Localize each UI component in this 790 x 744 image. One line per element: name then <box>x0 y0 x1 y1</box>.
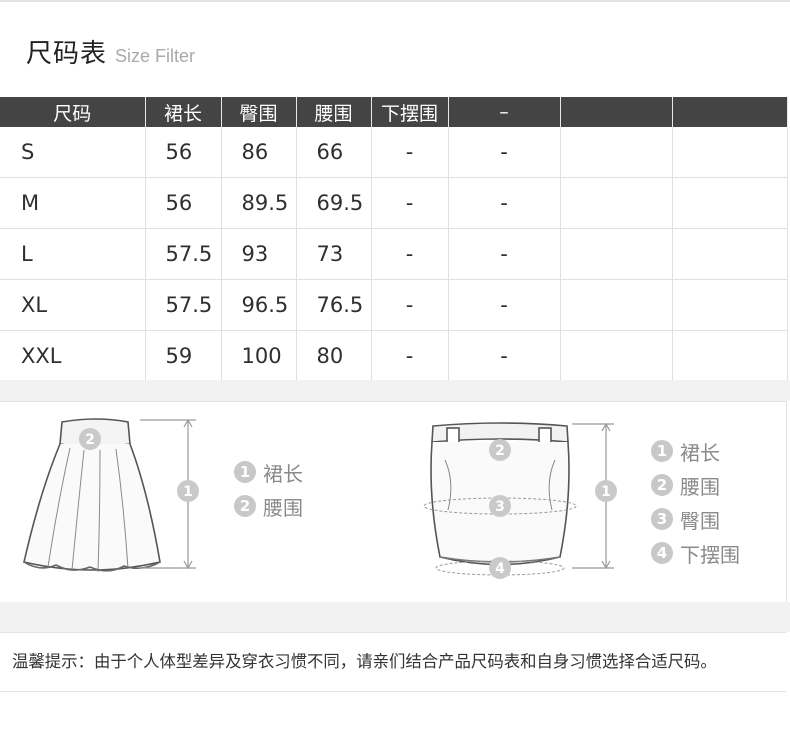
size-chart-table: 尺码 裙长 臀围 腰围 下摆围 – S 56 86 66 - - M 56 89… <box>0 97 788 381</box>
top-divider <box>0 0 790 2</box>
pencil-marker-3: 3 <box>489 495 511 517</box>
legend-item: 2 腰围 <box>651 468 740 502</box>
column-header-waist: 腰围 <box>296 97 372 127</box>
legend-label: 裙长 <box>263 461 303 486</box>
empty-cell <box>560 279 673 331</box>
legend-label: 臀围 <box>680 508 720 533</box>
pencil-marker-2: 2 <box>489 439 511 461</box>
title-english: Size Filter <box>115 46 196 66</box>
length-cell: 57.5 <box>145 279 222 331</box>
separator-band <box>0 380 790 401</box>
marker-number: 1 <box>183 484 193 500</box>
column-header-empty <box>560 97 673 127</box>
waist-cell: 69.5 <box>296 177 372 229</box>
legend-number: 2 <box>651 474 673 496</box>
legend-number: 2 <box>234 495 256 517</box>
empty-cell <box>560 177 673 229</box>
hem-cell: - <box>371 330 449 381</box>
size-cell: M <box>0 177 146 229</box>
legend-item: 1 裙长 <box>651 434 740 468</box>
legend-item: 1 裙长 <box>234 455 303 489</box>
page-title: 尺码表 Size Filter <box>26 33 196 69</box>
marker-number: 4 <box>495 561 505 577</box>
separator-band <box>0 602 790 632</box>
table-header-row: 尺码 裙长 臀围 腰围 下摆围 – <box>0 97 788 127</box>
legend-item: 2 腰围 <box>234 489 303 523</box>
empty-cell <box>672 228 788 280</box>
pencil-legend: 1 裙长 2 腰围 3 臀围 4 下摆围 <box>651 434 740 570</box>
legend-label: 腰围 <box>263 495 303 520</box>
legend-number: 1 <box>651 440 673 462</box>
length-cell: 57.5 <box>145 228 222 280</box>
empty-cell <box>672 330 788 381</box>
hip-cell: 86 <box>221 127 297 178</box>
notice-text: 温馨提示：由于个人体型差异及穿衣习惯不同，请亲们结合产品尺码表和自身习惯选择合适… <box>12 652 717 671</box>
waist-cell: 80 <box>296 330 372 381</box>
legend-label: 裙长 <box>680 440 720 465</box>
a-line-legend: 1 裙长 2 腰围 <box>234 455 303 523</box>
table-row: M 56 89.5 69.5 - - <box>0 177 788 229</box>
hip-cell: 89.5 <box>221 177 297 229</box>
legend-label: 下摆围 <box>680 542 740 567</box>
size-cell: XXL <box>0 330 146 381</box>
empty-cell <box>672 279 788 331</box>
column-header-empty <box>672 97 788 127</box>
extra-cell: - <box>448 177 561 229</box>
table-row: XXL 59 100 80 - - <box>0 330 788 381</box>
size-cell: S <box>0 127 146 178</box>
size-cell: XL <box>0 279 146 331</box>
empty-cell <box>672 127 788 178</box>
title-chinese: 尺码表 <box>26 39 108 69</box>
legend-item: 3 臀围 <box>651 502 740 536</box>
extra-cell: - <box>448 228 561 280</box>
extra-cell: - <box>448 127 561 178</box>
column-header-length: 裙长 <box>145 97 222 127</box>
size-cell: L <box>0 228 146 280</box>
length-cell: 56 <box>145 177 222 229</box>
hem-cell: - <box>371 127 449 178</box>
empty-cell <box>672 177 788 229</box>
a-line-marker-1: 1 <box>177 480 199 502</box>
marker-number: 2 <box>85 432 95 448</box>
empty-cell <box>560 228 673 280</box>
hip-cell: 93 <box>221 228 297 280</box>
measurement-diagram: 2 1 2 3 4 1 1 裙长 2 腰围 1 裙长 2 腰围 3 臀围 4 下… <box>0 401 787 603</box>
legend-number: 4 <box>651 542 673 564</box>
column-header-hip: 臀围 <box>221 97 297 127</box>
legend-number: 1 <box>234 461 256 483</box>
empty-cell <box>560 127 673 178</box>
empty-cell <box>560 330 673 381</box>
fit-notice: 温馨提示：由于个人体型差异及穿衣习惯不同，请亲们结合产品尺码表和自身习惯选择合适… <box>0 632 786 692</box>
table-row: L 57.5 93 73 - - <box>0 228 788 280</box>
waist-cell: 76.5 <box>296 279 372 331</box>
hem-cell: - <box>371 228 449 280</box>
table-row: XL 57.5 96.5 76.5 - - <box>0 279 788 331</box>
marker-number: 1 <box>601 484 611 500</box>
hem-cell: - <box>371 279 449 331</box>
a-line-marker-2: 2 <box>79 428 101 450</box>
length-cell: 59 <box>145 330 222 381</box>
legend-item: 4 下摆围 <box>651 536 740 570</box>
table-row: S 56 86 66 - - <box>0 127 788 178</box>
hem-cell: - <box>371 177 449 229</box>
column-header-size: 尺码 <box>0 97 146 127</box>
length-cell: 56 <box>145 127 222 178</box>
pencil-marker-4: 4 <box>489 557 511 579</box>
extra-cell: - <box>448 279 561 331</box>
column-header-hem: 下摆围 <box>371 97 449 127</box>
marker-number: 3 <box>495 499 505 515</box>
extra-cell: - <box>448 330 561 381</box>
waist-cell: 66 <box>296 127 372 178</box>
column-header-dash: – <box>448 97 561 127</box>
hip-cell: 96.5 <box>221 279 297 331</box>
legend-number: 3 <box>651 508 673 530</box>
pencil-marker-1: 1 <box>595 480 617 502</box>
hip-cell: 100 <box>221 330 297 381</box>
marker-number: 2 <box>495 443 505 459</box>
legend-label: 腰围 <box>680 474 720 499</box>
waist-cell: 73 <box>296 228 372 280</box>
